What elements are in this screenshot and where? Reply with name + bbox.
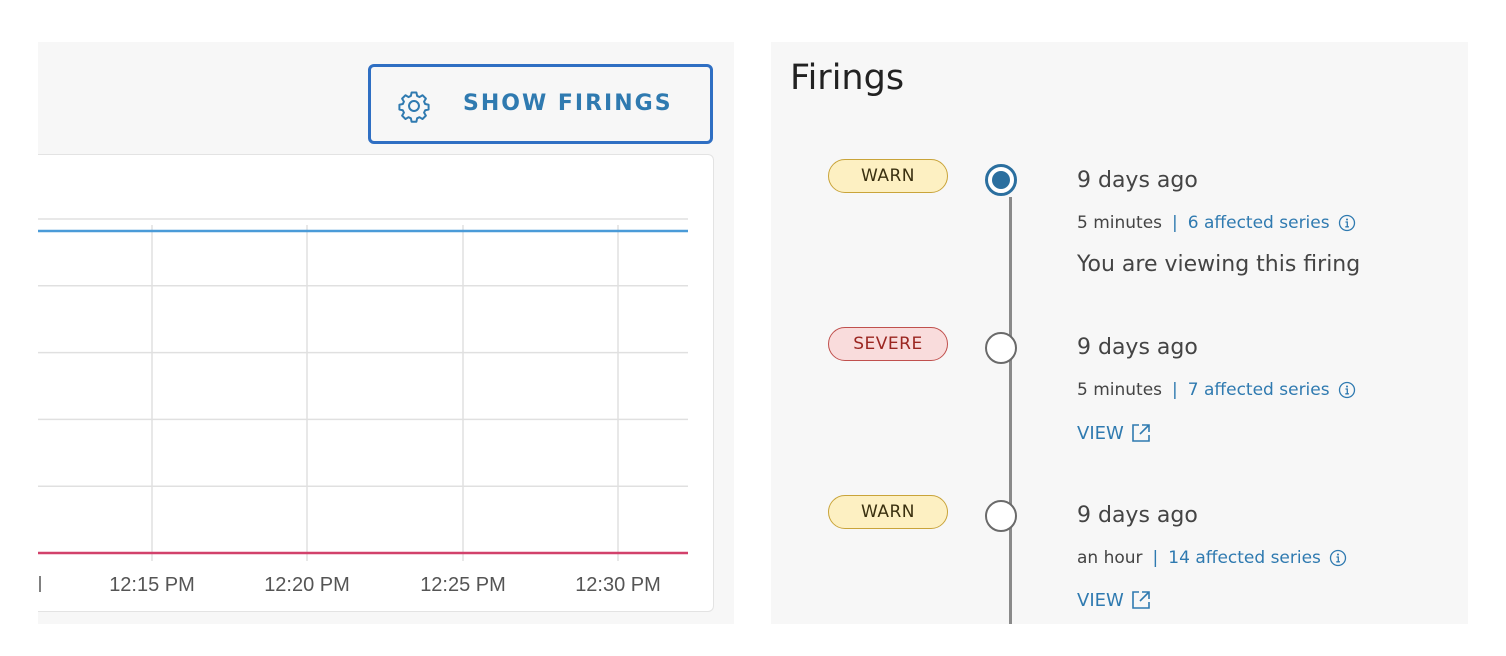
view-link[interactable]: VIEW bbox=[1077, 589, 1152, 611]
firing-meta: 5 minutes | 7 affected series bbox=[1077, 380, 1356, 400]
firing-duration: 5 minutes bbox=[1077, 213, 1163, 233]
separator: | bbox=[1172, 213, 1178, 233]
gear-icon bbox=[398, 91, 430, 123]
firings-panel: Firings WARN 9 days ago 5 minutes | 6 af… bbox=[771, 42, 1468, 624]
affected-series-link[interactable]: 7 affected series bbox=[1188, 380, 1330, 400]
timeline-dot bbox=[985, 332, 1017, 364]
severity-badge: SEVERE bbox=[828, 327, 948, 361]
affected-series-link[interactable]: 6 affected series bbox=[1188, 213, 1330, 233]
firing-meta: 5 minutes | 6 affected series bbox=[1077, 213, 1356, 233]
separator: | bbox=[1152, 548, 1159, 568]
view-label: VIEW bbox=[1077, 422, 1124, 444]
timeline-dot bbox=[985, 500, 1017, 532]
separator: | bbox=[1172, 380, 1178, 400]
affected-series-link[interactable]: 14 affected series bbox=[1168, 548, 1321, 568]
viewing-status: You are viewing this firing bbox=[1077, 252, 1361, 277]
chart-card: 12:15 PM 12:20 PM 12:25 PM 12:30 PM bbox=[38, 154, 714, 612]
firing-duration: 5 minutes bbox=[1077, 380, 1163, 400]
x-tick-label: 12:30 PM bbox=[575, 574, 661, 596]
panel-title: Firings bbox=[790, 58, 905, 98]
firing-duration: an hour bbox=[1077, 548, 1143, 568]
x-tick-label: 12:25 PM bbox=[420, 574, 506, 596]
view-link[interactable]: VIEW bbox=[1077, 422, 1152, 444]
severity-badge: WARN bbox=[828, 495, 948, 529]
x-tick-label: 12:20 PM bbox=[264, 574, 350, 596]
firing-meta: an hour | 14 affected series bbox=[1077, 548, 1347, 568]
firing-time: 9 days ago bbox=[1077, 503, 1198, 528]
chart-panel: SHOW FIRINGS 12:15 PM 12:20 PM 12:25 PM 12:… bbox=[38, 42, 734, 624]
info-icon[interactable] bbox=[1329, 549, 1347, 567]
external-link-icon bbox=[1131, 591, 1150, 609]
x-tick-label: 12:15 PM bbox=[109, 574, 195, 596]
show-firings-button[interactable]: SHOW FIRINGS bbox=[368, 64, 713, 144]
severity-badge: WARN bbox=[828, 159, 948, 193]
info-icon[interactable] bbox=[1338, 214, 1356, 232]
firing-time: 9 days ago bbox=[1077, 335, 1198, 360]
line-chart: 12:15 PM 12:20 PM 12:25 PM 12:30 PM bbox=[38, 218, 688, 596]
timeline-dot-active bbox=[985, 164, 1017, 196]
external-link-icon bbox=[1131, 424, 1150, 442]
info-icon[interactable] bbox=[1338, 381, 1356, 399]
show-firings-label: SHOW FIRINGS bbox=[463, 91, 673, 116]
firing-time: 9 days ago bbox=[1077, 168, 1198, 193]
timeline-line bbox=[1009, 197, 1012, 624]
view-label: VIEW bbox=[1077, 589, 1124, 611]
